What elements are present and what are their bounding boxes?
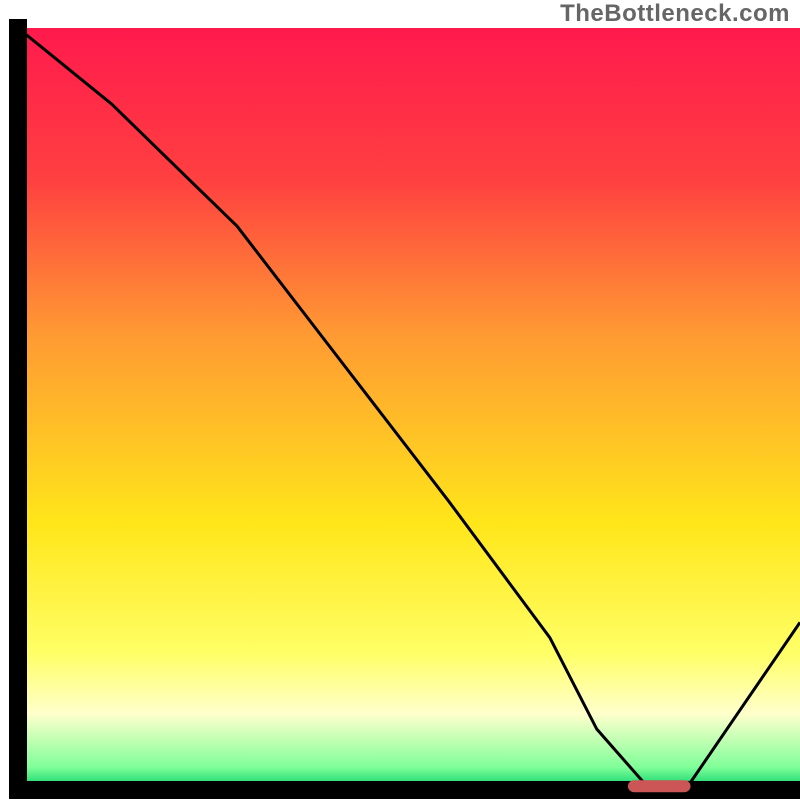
plot-area	[18, 28, 800, 792]
gradient-background	[18, 28, 800, 790]
chart-container: { "watermark": "TheBottleneck.com", "cha…	[0, 0, 800, 800]
watermark-text: TheBottleneck.com	[560, 0, 790, 28]
bottleneck-chart	[0, 0, 800, 800]
optimal-range-marker	[628, 780, 691, 792]
